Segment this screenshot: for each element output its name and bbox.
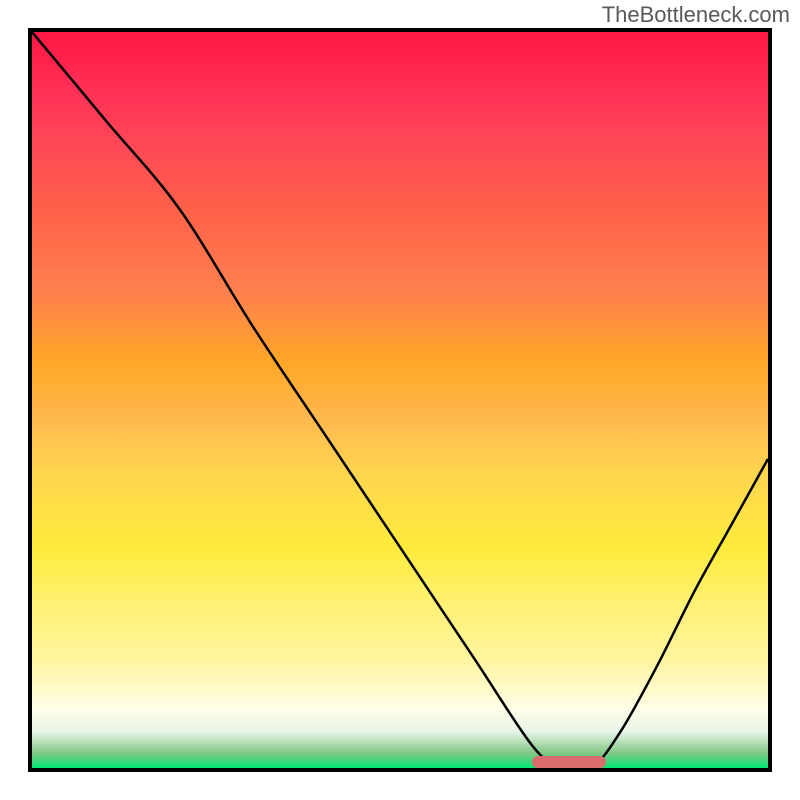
- chart-svg: [32, 32, 768, 768]
- optimal-range-marker: [532, 756, 606, 768]
- watermark-text: TheBottleneck.com: [602, 2, 790, 28]
- chart-frame: [28, 28, 772, 772]
- bottleneck-curve-path: [32, 32, 768, 768]
